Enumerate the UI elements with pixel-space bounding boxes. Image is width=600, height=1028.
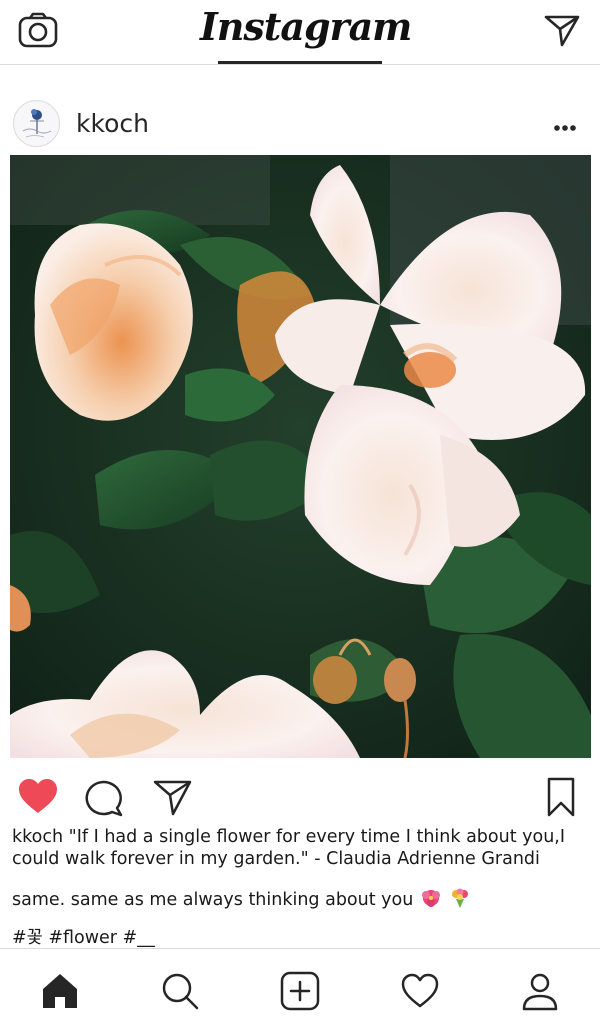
profile-avatar[interactable] <box>13 100 60 147</box>
post-photo[interactable] <box>10 155 591 758</box>
camera-icon[interactable] <box>18 12 58 48</box>
post-actions <box>0 770 600 822</box>
bookmark-icon[interactable] <box>540 776 582 818</box>
caption-username[interactable]: kkoch <box>12 827 63 847</box>
comment-text: same. same as me always thinking about y… <box>12 890 414 910</box>
top-bar: Instagram <box>0 0 600 65</box>
profile-icon[interactable] <box>520 971 560 1011</box>
more-options-icon[interactable] <box>548 109 584 137</box>
heart-icon[interactable] <box>17 776 59 818</box>
post-comment: same. same as me always thinking about y… <box>12 887 594 912</box>
caption-text: "If I had a single flower for every time… <box>12 827 566 869</box>
search-icon[interactable] <box>160 971 200 1011</box>
post-username[interactable]: kkoch <box>76 109 149 139</box>
bottom-nav <box>0 948 600 1028</box>
app-logo: Instagram <box>200 4 412 49</box>
post-header: kkoch <box>0 95 600 153</box>
add-post-icon[interactable] <box>280 971 320 1011</box>
paper-plane-icon[interactable] <box>152 776 194 818</box>
logo-underline <box>218 61 382 64</box>
bouquet-emoji-icon <box>452 888 469 908</box>
heart-outline-icon[interactable] <box>400 971 440 1011</box>
post-caption: kkoch "If I had a single flower for ever… <box>12 826 594 870</box>
hibiscus-emoji-icon <box>421 890 440 907</box>
comment-bubble-icon[interactable] <box>84 776 126 818</box>
paper-plane-icon[interactable] <box>543 12 581 48</box>
home-icon[interactable] <box>40 971 80 1011</box>
post-hashtags[interactable]: #꽃 #flower #__ <box>12 926 594 950</box>
